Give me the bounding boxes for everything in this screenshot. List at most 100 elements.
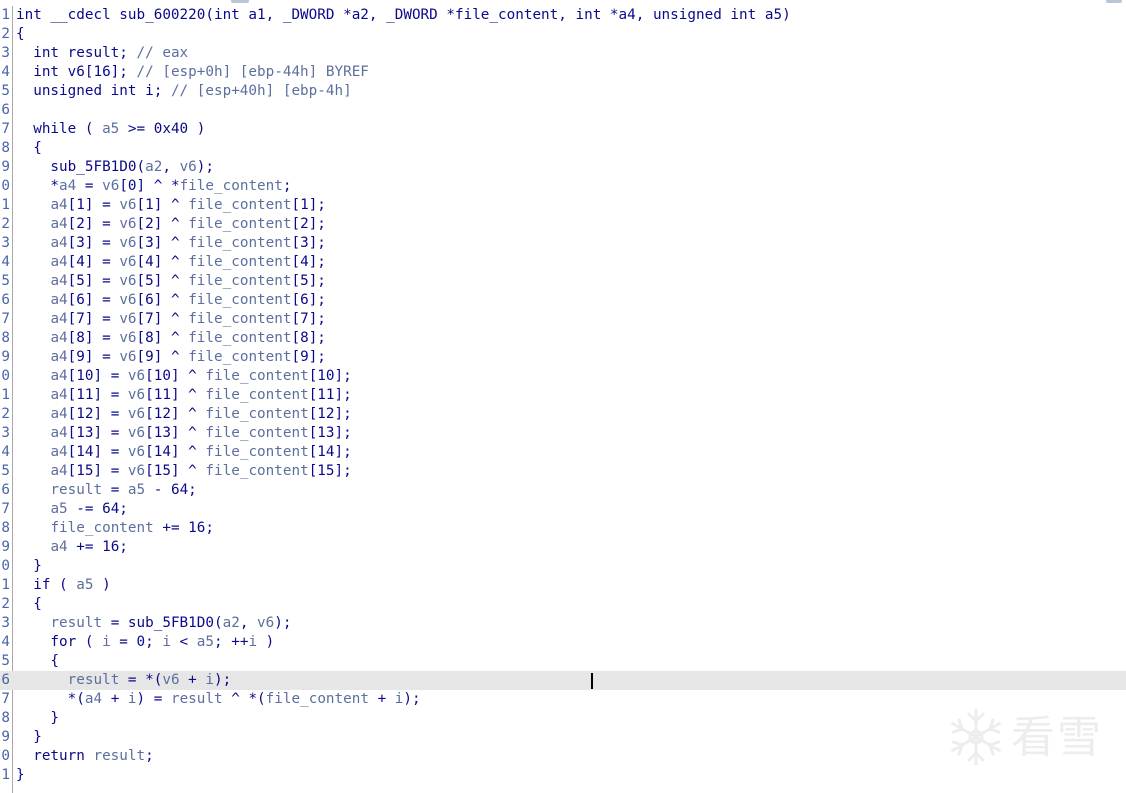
identifier-token: v6 xyxy=(119,254,137,270)
code-line[interactable]: 5 a4[15] = v6[15] ^ file_content[15]; xyxy=(0,462,1126,481)
code-line[interactable]: 3 a4[13] = v6[13] ^ file_content[13]; xyxy=(0,424,1126,443)
code-line[interactable]: 6 xyxy=(0,101,1126,120)
code-line[interactable]: 0 *a4 = v6[0] ^ *file_content; xyxy=(0,177,1126,196)
identifier-token: file_content xyxy=(205,425,309,441)
tab-indicator[interactable] xyxy=(1106,0,1122,3)
code-line[interactable]: 6 result = a5 - 64; xyxy=(0,481,1126,500)
identifier-token: v6 xyxy=(119,235,137,251)
code-token: [7]; xyxy=(291,311,326,327)
line-number: 8 xyxy=(1,140,10,156)
code-line[interactable]: 5 { xyxy=(0,652,1126,671)
identifier-token: file_content xyxy=(50,520,154,536)
identifier-token: a4 xyxy=(59,178,77,194)
code-token: for ( xyxy=(16,634,103,650)
code-token: if ( xyxy=(16,577,77,593)
code-line[interactable]: 8 { xyxy=(0,139,1126,158)
identifier-token: file_content xyxy=(205,368,309,384)
code-token: = xyxy=(76,178,103,194)
code-line[interactable]: 3 int result; // eax xyxy=(0,44,1126,63)
current-code-line[interactable]: 6 result = *(v6 + i); xyxy=(0,671,1126,690)
code-token: [2]; xyxy=(291,216,326,232)
code-token: [13]; xyxy=(308,425,352,441)
code-token: - 64; xyxy=(145,482,197,498)
identifier-token: i xyxy=(102,634,111,650)
code-token: [0] ^ * xyxy=(119,178,180,194)
code-token: [4] = xyxy=(67,254,120,270)
identifier-token: file_content xyxy=(205,463,309,479)
identifier-token: file_content xyxy=(188,197,292,213)
code-token: ^ *( xyxy=(222,691,266,707)
identifier-token: a4 xyxy=(50,292,68,308)
line-number: 6 xyxy=(1,672,10,688)
tab-indicator[interactable] xyxy=(231,0,249,3)
code-token: [3]; xyxy=(291,235,326,251)
line-number: 5 xyxy=(1,83,10,99)
code-line[interactable]: 0 } xyxy=(0,557,1126,576)
code-line[interactable]: 2 a4[2] = v6[2] ^ file_content[2]; xyxy=(0,215,1126,234)
code-token: = sub_5FB1D0( xyxy=(102,615,223,631)
identifier-token: v6 xyxy=(119,311,137,327)
code-line[interactable]: 4 a4[4] = v6[4] ^ file_content[4]; xyxy=(0,253,1126,272)
code-line[interactable]: 2 { xyxy=(0,595,1126,614)
code-line[interactable]: 9 a4[9] = v6[9] ^ file_content[9]; xyxy=(0,348,1126,367)
code-token: [15] ^ xyxy=(145,463,206,479)
code-token: , xyxy=(239,615,258,631)
code-line[interactable]: 4 int v6[16]; // [esp+0h] [ebp-44h] BYRE… xyxy=(0,63,1126,82)
code-line[interactable]: 2{ xyxy=(0,25,1126,44)
code-text: } xyxy=(16,766,25,785)
code-line[interactable]: 4 a4[14] = v6[14] ^ file_content[14]; xyxy=(0,443,1126,462)
code-line[interactable]: 0 a4[10] = v6[10] ^ file_content[10]; xyxy=(0,367,1126,386)
code-text: for ( i = 0; i < a5; ++i ) xyxy=(16,633,274,652)
code-line[interactable]: 7 a5 -= 64; xyxy=(0,500,1126,519)
line-number: 0 xyxy=(1,748,10,764)
identifier-token: file_content xyxy=(188,311,292,327)
code-line[interactable]: 1 int __cdecl sub_600220(int a1, _DWORD *… xyxy=(0,6,1126,25)
code-text: a4 += 16; xyxy=(16,538,127,557)
code-line[interactable]: 1 a4[11] = v6[11] ^ file_content[11]; xyxy=(0,386,1126,405)
code-line[interactable]: 9 sub_5FB1D0(a2, v6); xyxy=(0,158,1126,177)
code-text: a4[13] = v6[13] ^ file_content[13]; xyxy=(16,424,352,443)
code-text: a4[6] = v6[6] ^ file_content[6]; xyxy=(16,291,325,310)
identifier-token: a4 xyxy=(50,311,68,327)
code-line[interactable]: 8 a4[8] = v6[8] ^ file_content[8]; xyxy=(0,329,1126,348)
code-line[interactable]: 5 a4[5] = v6[5] ^ file_content[5]; xyxy=(0,272,1126,291)
code-token: [12]; xyxy=(308,406,352,422)
code-line[interactable]: 6 a4[6] = v6[6] ^ file_content[6]; xyxy=(0,291,1126,310)
code-line[interactable]: 2 a4[12] = v6[12] ^ file_content[12]; xyxy=(0,405,1126,424)
identifier-token: a4 xyxy=(50,387,68,403)
identifier-token: file_content xyxy=(188,254,292,270)
code-line[interactable]: 1 if ( a5 ) xyxy=(0,576,1126,595)
code-line[interactable]: 5 unsigned int i; // [esp+40h] [ebp-4h] xyxy=(0,82,1126,101)
identifier-token: file_content xyxy=(188,235,292,251)
line-number: 5 xyxy=(1,463,10,479)
code-token: [14] = xyxy=(67,444,128,460)
code-line[interactable]: 8 file_content += 16; xyxy=(0,519,1126,538)
code-line[interactable]: 7 while ( a5 >= 0x40 ) xyxy=(0,120,1126,139)
code-token: -= 64; xyxy=(67,501,128,517)
code-token: [12] ^ xyxy=(145,406,206,422)
line-number: 8 xyxy=(1,330,10,346)
pseudocode-editor[interactable]: 1 int __cdecl sub_600220(int a1, _DWORD *… xyxy=(0,6,1126,793)
identifier-token: a4 xyxy=(50,463,68,479)
line-number: 1 xyxy=(1,387,10,403)
identifier-token: v6 xyxy=(127,444,146,460)
code-line[interactable]: 7 a4[7] = v6[7] ^ file_content[7]; xyxy=(0,310,1126,329)
code-line[interactable]: 1 a4[1] = v6[1] ^ file_content[1]; xyxy=(0,196,1126,215)
code-text: result = *(v6 + i); xyxy=(16,671,232,690)
code-token: < xyxy=(170,634,197,650)
code-line[interactable]: 3 result = sub_5FB1D0(a2, v6); xyxy=(0,614,1126,633)
code-line[interactable]: 9 a4 += 16; xyxy=(0,538,1126,557)
line-number: 7 xyxy=(1,501,10,517)
identifier-token: v6 xyxy=(119,197,137,213)
code-token: [2] = xyxy=(67,216,120,232)
code-line[interactable]: 3 a4[3] = v6[3] ^ file_content[3]; xyxy=(0,234,1126,253)
code-token: while ( xyxy=(16,121,103,137)
code-line[interactable]: 4 for ( i = 0; i < a5; ++i ) xyxy=(0,633,1126,652)
